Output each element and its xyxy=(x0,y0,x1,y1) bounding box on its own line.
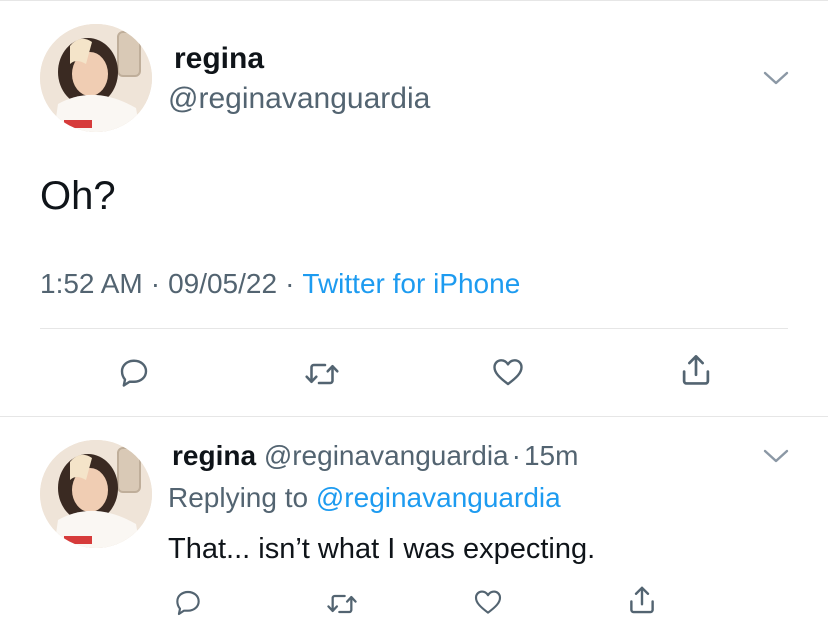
more-options-button[interactable] xyxy=(762,66,790,90)
like-button[interactable] xyxy=(486,350,530,394)
retweet-icon xyxy=(327,594,357,614)
retweet-button[interactable] xyxy=(298,352,346,396)
tweet-text: Oh? xyxy=(40,174,116,218)
tweet-date[interactable]: 09/05/22 xyxy=(168,268,277,299)
replying-to: Replying to @reginavanguardia xyxy=(168,480,561,516)
replying-to-handle-link[interactable]: @reginavanguardia xyxy=(316,482,561,513)
chevron-down-icon xyxy=(763,449,789,463)
share-icon xyxy=(630,586,654,614)
reply-handle[interactable]: @reginavanguardia xyxy=(264,440,509,471)
top-border xyxy=(0,0,828,1)
reply-display-name[interactable]: regina xyxy=(172,440,256,471)
reply-text: That... isn’t what I was expecting. xyxy=(168,533,596,565)
heart-icon xyxy=(493,359,523,386)
avatar[interactable] xyxy=(40,24,152,132)
chevron-down-icon xyxy=(763,71,789,85)
reply-button[interactable] xyxy=(112,350,156,394)
reply-icon xyxy=(176,590,200,616)
reply-like-button[interactable] xyxy=(468,582,508,622)
display-name[interactable]: regina xyxy=(174,40,264,78)
meta-separator: · xyxy=(150,268,161,299)
reply-avatar[interactable] xyxy=(40,440,152,548)
meta-separator: · xyxy=(285,268,295,299)
reply-reply-button[interactable] xyxy=(168,582,208,622)
reply-more-options-button[interactable] xyxy=(762,444,790,468)
divider xyxy=(0,416,828,417)
reply-retweet-button[interactable] xyxy=(320,584,364,624)
reply-share-button[interactable] xyxy=(622,580,662,620)
share-button[interactable] xyxy=(672,348,720,392)
reply-icon xyxy=(120,359,148,387)
divider xyxy=(40,328,788,329)
heart-icon xyxy=(474,590,502,614)
tweet-meta: 1:52 AM · 09/05/22 · Twitter for iPhone xyxy=(40,266,520,302)
reply-age[interactable]: 15m xyxy=(524,440,578,471)
replying-to-label: Replying to xyxy=(168,482,309,513)
retweet-icon xyxy=(305,363,339,385)
share-icon xyxy=(682,355,710,385)
reply-separator: · xyxy=(511,440,521,471)
reply-header: regina @reginavanguardia · 15m xyxy=(172,438,578,474)
tweet-time[interactable]: 1:52 AM xyxy=(40,268,143,299)
handle[interactable]: @reginavanguardia xyxy=(168,80,430,118)
tweet-source-link[interactable]: Twitter for iPhone xyxy=(302,268,520,299)
